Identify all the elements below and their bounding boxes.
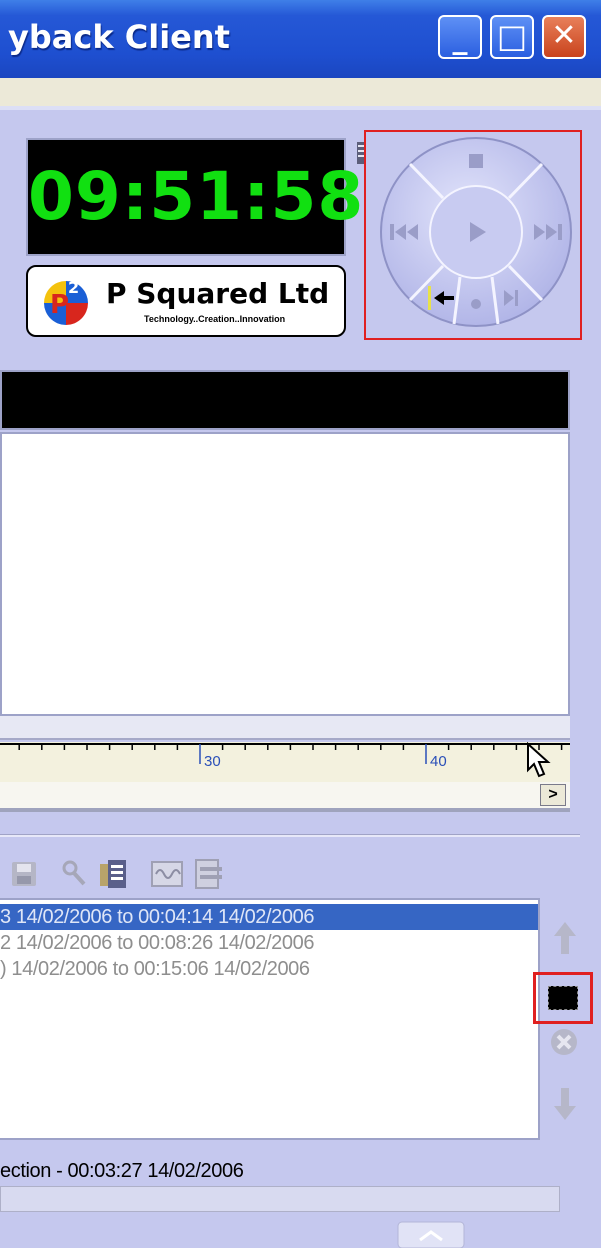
panel-splitter[interactable] <box>0 716 570 740</box>
search-icon[interactable] <box>58 858 90 890</box>
clock-display: 09:51:58 <box>26 138 365 256</box>
svg-text:2: 2 <box>68 278 79 297</box>
waveform-panel[interactable] <box>0 432 570 716</box>
chevron-right-icon: > <box>548 786 558 803</box>
list-item-text: ) 14/02/2006 to 00:15:06 14/02/2006 <box>0 958 310 980</box>
horizontal-scrollbar[interactable] <box>0 782 570 812</box>
title-bar: yback Client _ □ ✕ <box>0 0 601 78</box>
logo-tagline: Technology..Creation..Innovation <box>144 314 286 324</box>
separator <box>0 106 601 110</box>
timeline-ruler[interactable]: 30 40 <box>0 742 570 782</box>
save-icon[interactable] <box>8 858 40 890</box>
close-icon: ✕ <box>551 18 577 53</box>
clipboard-icon[interactable] <box>96 858 130 892</box>
logo-name: P Squared Ltd <box>106 277 330 310</box>
move-down-icon[interactable] <box>552 1086 578 1122</box>
document-icon[interactable] <box>192 858 226 890</box>
minimize-button[interactable]: _ <box>438 15 482 59</box>
list-item-text: 2 14/02/2006 to 00:08:26 14/02/2006 <box>0 932 315 954</box>
clock-time: 09:51:58 <box>28 158 365 235</box>
scroll-right-button[interactable]: > <box>540 784 566 806</box>
transport-wheel <box>380 137 572 327</box>
list-item[interactable]: 3 14/02/2006 to 00:04:14 14/02/2006 <box>0 904 538 930</box>
mouse-cursor-icon <box>527 742 551 778</box>
delete-icon[interactable] <box>548 1026 580 1058</box>
minimize-icon: _ <box>452 21 468 56</box>
maximize-button[interactable]: □ <box>490 15 534 59</box>
stop-icon[interactable] <box>548 986 578 1010</box>
status-field <box>0 1186 560 1212</box>
menu-bar <box>0 78 601 107</box>
ruler-tick-label: 40 <box>430 753 447 770</box>
section-divider <box>0 834 580 837</box>
list-item[interactable]: ) 14/02/2006 to 00:15:06 14/02/2006 <box>0 956 538 982</box>
maximize-icon: □ <box>496 17 528 55</box>
waveform-icon[interactable] <box>150 858 184 890</box>
status-text: ection - 00:03:27 14/02/2006 <box>0 1160 244 1182</box>
ruler-tick-label: 30 <box>204 753 221 770</box>
schedule-list[interactable]: 3 14/02/2006 to 00:04:14 14/02/2006 2 14… <box>0 898 540 1140</box>
company-logo: P 2 P Squared Ltd Technology..Creation..… <box>26 265 346 337</box>
window-title: yback Client <box>8 18 230 56</box>
expand-panel-button[interactable] <box>396 1220 466 1248</box>
svg-text:P: P <box>50 290 69 320</box>
move-up-icon[interactable] <box>552 920 578 956</box>
list-item[interactable]: 2 14/02/2006 to 00:08:26 14/02/2006 <box>0 930 538 956</box>
stop-icon[interactable] <box>469 154 483 168</box>
close-button[interactable]: ✕ <box>542 15 586 59</box>
p-squared-logo-icon: P 2 <box>44 278 88 325</box>
record-icon[interactable] <box>471 299 481 309</box>
track-title-bar <box>0 370 570 430</box>
list-item-text: 3 14/02/2006 to 00:04:14 14/02/2006 <box>0 906 315 928</box>
